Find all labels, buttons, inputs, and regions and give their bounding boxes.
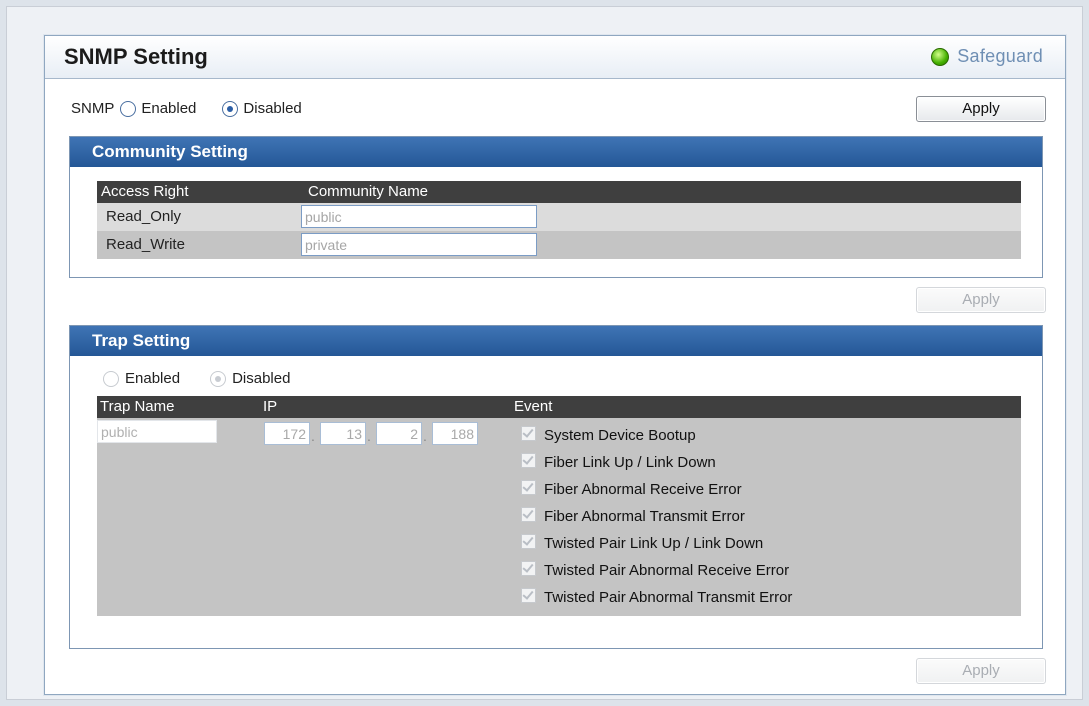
event-label: Fiber Link Up / Link Down (544, 454, 716, 471)
event-label: Twisted Pair Abnormal Transmit Error (544, 589, 793, 606)
community-name-input[interactable]: private (301, 233, 537, 256)
event-label: Twisted Pair Abnormal Receive Error (544, 562, 790, 579)
snmp-disabled-label: Disabled (243, 100, 302, 117)
col-event: Event (514, 398, 553, 415)
trap-enabled-radio[interactable] (103, 370, 119, 387)
panel-header: SNMP Setting Safeguard (45, 36, 1065, 79)
snmp-apply-button[interactable]: Apply (916, 96, 1046, 122)
list-item: Twisted Pair Abnormal Receive Error (521, 557, 792, 584)
community-name-input[interactable]: public (301, 205, 537, 228)
event-checkbox[interactable] (521, 453, 536, 468)
access-right-value: Read_Only (106, 208, 182, 225)
list-item: Fiber Abnormal Receive Error (521, 476, 792, 503)
col-community-name: Community Name (308, 183, 429, 200)
table-row: Read_Only public (97, 203, 1021, 231)
safeguard-label: Safeguard (957, 46, 1043, 66)
community-table-header: Access Right Community Name (97, 181, 1021, 203)
community-apply-button[interactable]: Apply (916, 287, 1046, 313)
event-checkbox[interactable] (521, 507, 536, 522)
trap-apply-button[interactable]: Apply (916, 658, 1046, 684)
list-item: System Device Bootup (521, 422, 792, 449)
ip-octet-1[interactable]: 172 (264, 422, 310, 445)
trap-setting-title: Trap Setting (70, 326, 1042, 356)
trap-name-input[interactable]: public (97, 420, 217, 443)
list-item: Fiber Link Up / Link Down (521, 449, 792, 476)
ip-octet-2[interactable]: 13 (320, 422, 366, 445)
community-setting-section: Community Setting Access Right Community… (69, 136, 1043, 278)
event-checkbox[interactable] (521, 561, 536, 576)
ip-octet-4[interactable]: 188 (432, 422, 478, 445)
list-item: Fiber Abnormal Transmit Error (521, 503, 792, 530)
page-background: SNMP Setting Safeguard SNMP Enabled Disa… (6, 6, 1083, 700)
col-ip: IP (263, 398, 278, 415)
event-checkbox[interactable] (521, 534, 536, 549)
ip-dot: . (423, 428, 427, 444)
access-right-value: Read_Write (106, 236, 185, 253)
snmp-enabled-label: Enabled (141, 100, 197, 117)
snmp-setting-panel: SNMP Setting Safeguard SNMP Enabled Disa… (44, 35, 1066, 695)
safeguard-indicator: Safeguard (931, 46, 1043, 67)
event-label: System Device Bootup (544, 427, 696, 444)
trap-event-list: System Device Bootup Fiber Link Up / Lin… (521, 422, 792, 611)
ip-octet-3[interactable]: 2 (376, 422, 422, 445)
list-item: Twisted Pair Link Up / Link Down (521, 530, 792, 557)
table-row: public 172 . 13 . 2 . 188 System Device … (97, 418, 1021, 616)
col-trap-name: Trap Name (100, 398, 175, 415)
table-row: Read_Write private (97, 231, 1021, 259)
event-label: Fiber Abnormal Receive Error (544, 481, 742, 498)
snmp-disabled-radio[interactable] (222, 100, 239, 117)
snmp-enabled-radio[interactable] (120, 100, 137, 117)
status-led-icon (931, 47, 950, 66)
list-item: Twisted Pair Abnormal Transmit Error (521, 584, 792, 611)
trap-enabled-label: Enabled (125, 370, 181, 387)
page-title: SNMP Setting (64, 44, 208, 69)
trap-table-header: Trap Name IP Event (97, 396, 1021, 418)
trap-mode-row: Enabled Disabled (103, 370, 290, 387)
snmp-label: SNMP (71, 100, 115, 117)
col-access-right: Access Right (101, 183, 189, 200)
event-checkbox[interactable] (521, 480, 536, 495)
event-checkbox[interactable] (521, 588, 536, 603)
trap-setting-section: Trap Setting Enabled Disabled Trap Name … (69, 325, 1043, 649)
community-setting-title: Community Setting (70, 137, 1042, 167)
trap-ip-address: 172 . 13 . 2 . 188 (264, 422, 484, 446)
event-checkbox[interactable] (521, 426, 536, 441)
ip-dot: . (367, 428, 371, 444)
snmp-mode-row: SNMP Enabled Disabled (71, 100, 302, 117)
trap-disabled-radio[interactable] (210, 370, 227, 387)
event-label: Fiber Abnormal Transmit Error (544, 508, 745, 525)
event-label: Twisted Pair Link Up / Link Down (544, 535, 764, 552)
ip-dot: . (311, 428, 315, 444)
trap-disabled-label: Disabled (232, 370, 291, 387)
